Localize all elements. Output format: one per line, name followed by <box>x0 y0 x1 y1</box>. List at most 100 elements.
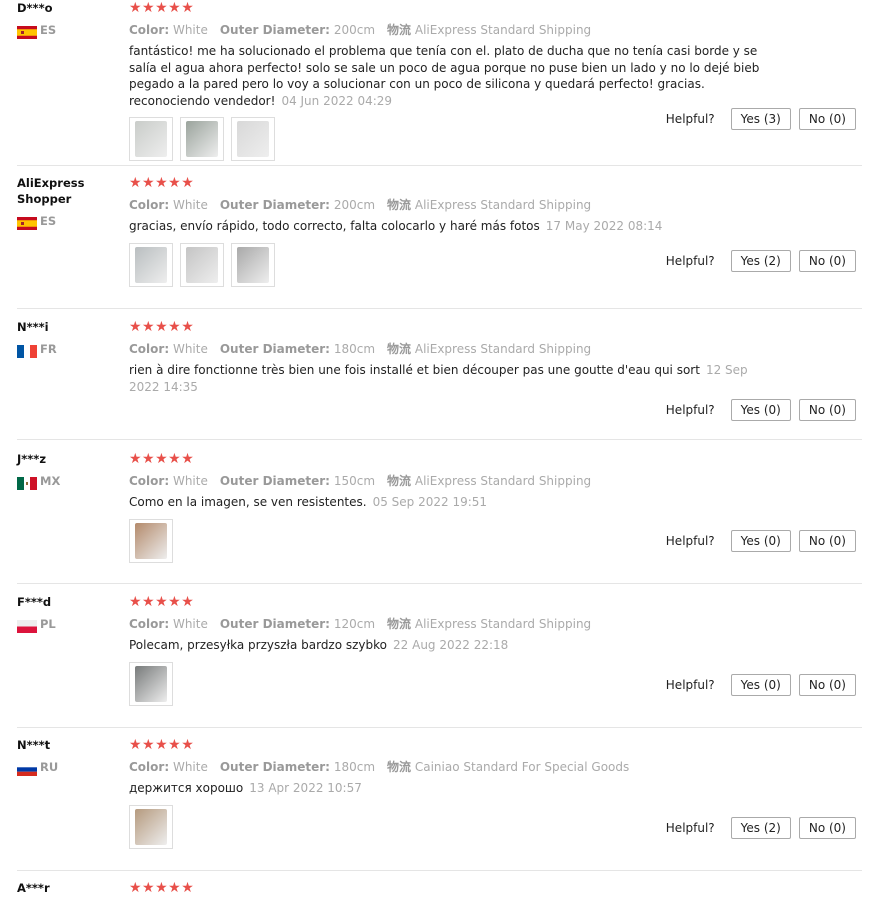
color-value: White <box>172 617 208 631</box>
helpful-yes-button[interactable]: Yes (2) <box>730 250 791 272</box>
review-item: AliExpress Shopper ES ★★★★★ Color: White Out… <box>17 175 862 309</box>
review-photo[interactable] <box>180 242 224 287</box>
review-date: 17 May 2022 08:14 <box>545 219 663 233</box>
shipping-value: AliExpress Standard Shipping <box>414 474 592 488</box>
reviewer-country: ES <box>17 23 125 39</box>
helpful-yes-button[interactable]: Yes (0) <box>730 530 791 552</box>
review-text: держится хорошо 13 Apr 2022 10:57 <box>129 780 779 797</box>
helpful-controls: Helpful? Yes (3) No (0) <box>666 108 856 130</box>
country-code: ES <box>40 214 57 228</box>
helpful-label: Helpful? <box>665 678 715 692</box>
sku-attributes: Color: White Outer Diameter: 200cm 物流 AliE… <box>129 197 862 213</box>
color-label: Color: <box>129 474 170 488</box>
country-code: ES <box>40 23 57 37</box>
country-code: FR <box>40 342 57 356</box>
helpful-no-button[interactable]: No (0) <box>798 399 856 421</box>
reviewer-name: J***z <box>17 452 47 466</box>
review-body: gracias, envío rápido, todo correcto, fa… <box>129 219 540 233</box>
sku-attributes: Color: White Outer Diameter: 180cm 物流 AliE… <box>129 341 862 357</box>
outer-diameter-value: 200cm <box>333 198 376 212</box>
outer-diameter-label: Outer Diameter: <box>219 474 330 488</box>
helpful-yes-button[interactable]: Yes (0) <box>730 399 791 421</box>
reviewer-country: MX <box>17 474 125 490</box>
helpful-yes-button[interactable]: Yes (2) <box>730 817 791 839</box>
review-photo[interactable] <box>180 117 224 161</box>
reviewer-info: AliExpress Shopper ES <box>17 175 125 230</box>
helpful-no-button[interactable]: No (0) <box>798 108 856 130</box>
reviewer-name: N***i <box>17 320 49 334</box>
reviewer-info: J***z MX <box>17 451 125 490</box>
review-photo[interactable] <box>129 518 173 563</box>
shipping-label: 物流 <box>387 760 412 774</box>
review-text: Como en la imagen, se ven resistentes. 05… <box>129 494 779 511</box>
color-value: White <box>172 198 208 212</box>
review-body: rien à dire fonctionne très bien une foi… <box>129 363 700 377</box>
star-rating: ★★★★★ <box>129 594 195 610</box>
color-label: Color: <box>129 198 170 212</box>
photo-thumbnail-image <box>186 121 218 157</box>
outer-diameter-value: 200cm <box>333 23 376 37</box>
helpful-no-button[interactable]: No (0) <box>798 817 856 839</box>
review-item: A***r ★★★★★ <box>17 880 862 920</box>
outer-diameter-value: 180cm <box>333 342 376 356</box>
flag-poland-icon <box>17 618 37 633</box>
review-date: 13 Apr 2022 10:57 <box>249 781 362 795</box>
sku-attributes: Color: White Outer Diameter: 200cm 物流 AliE… <box>129 22 862 38</box>
reviewer-name: D***o <box>17 1 53 15</box>
reviewer-info: F***d PL <box>17 594 125 633</box>
country-code: RU <box>40 760 59 774</box>
color-label: Color: <box>129 342 170 356</box>
review-date: 05 Sep 2022 19:51 <box>372 495 488 509</box>
helpful-yes-button[interactable]: Yes (0) <box>730 674 791 696</box>
star-rating: ★★★★★ <box>129 175 195 191</box>
reviewer-country: PL <box>17 617 125 633</box>
review-photo[interactable] <box>231 117 275 161</box>
review-item: J***z MX ★★★★★ Color: White Outer Diameter: … <box>17 451 862 584</box>
reviewer-info: D***o ES <box>17 0 125 39</box>
helpful-controls: Helpful? Yes (2) No (0) <box>666 817 856 839</box>
helpful-no-button[interactable]: No (0) <box>798 250 856 272</box>
helpful-no-button[interactable]: No (0) <box>798 674 856 696</box>
review-photo[interactable] <box>231 242 275 287</box>
helpful-no-button[interactable]: No (0) <box>798 530 856 552</box>
review-item: N***t RU ★★★★★ Color: White Outer Diameter: … <box>17 737 862 871</box>
photo-thumbnail-image <box>135 246 167 283</box>
photo-thumbnail-image <box>135 665 167 702</box>
review-photo[interactable] <box>129 242 173 287</box>
reviewer-name: N***t <box>17 738 51 752</box>
review-photo[interactable] <box>129 661 173 706</box>
helpful-yes-button[interactable]: Yes (3) <box>730 108 791 130</box>
reviewer-country: RU <box>17 760 125 776</box>
color-label: Color: <box>129 617 170 631</box>
review-photo[interactable] <box>129 804 173 849</box>
star-rating: ★★★★★ <box>129 451 195 467</box>
flag-france-icon <box>17 343 37 358</box>
review-photo[interactable] <box>129 117 173 161</box>
review-text: rien à dire fonctionne très bien une foi… <box>129 362 779 395</box>
reviewer-country: FR <box>17 342 125 358</box>
color-label: Color: <box>129 23 170 37</box>
review-item: F***d PL ★★★★★ Color: White Outer Diameter: … <box>17 594 862 728</box>
helpful-label: Helpful? <box>665 403 715 417</box>
shipping-value: AliExpress Standard Shipping <box>414 23 592 37</box>
flag-spain-icon <box>17 215 37 230</box>
sku-attributes: Color: White Outer Diameter: 120cm 物流 AliE… <box>129 616 862 632</box>
shipping-label: 物流 <box>387 342 412 356</box>
review-text: Polecam, przesyłka przyszła bardzo szybk… <box>129 637 779 654</box>
review-content: ★★★★★ Color: White Outer Diameter: 200cm 物流… <box>129 0 862 161</box>
reviewer-name: AliExpress Shopper <box>17 176 85 206</box>
star-rating: ★★★★★ <box>129 737 195 753</box>
star-rating: ★★★★★ <box>129 319 195 335</box>
flag-russia-icon <box>17 761 37 776</box>
review-date: 04 Jun 2022 04:29 <box>281 93 393 108</box>
star-rating: ★★★★★ <box>129 0 195 16</box>
helpful-label: Helpful? <box>665 821 715 835</box>
color-label: Color: <box>129 760 170 774</box>
photo-thumbnail-image <box>135 121 167 157</box>
country-code: MX <box>40 474 61 488</box>
outer-diameter-value: 150cm <box>333 474 376 488</box>
helpful-controls: Helpful? Yes (0) No (0) <box>666 674 856 696</box>
outer-diameter-label: Outer Diameter: <box>219 617 330 631</box>
review-date: 22 Aug 2022 22:18 <box>393 638 509 652</box>
flag-mexico-icon <box>17 475 37 490</box>
